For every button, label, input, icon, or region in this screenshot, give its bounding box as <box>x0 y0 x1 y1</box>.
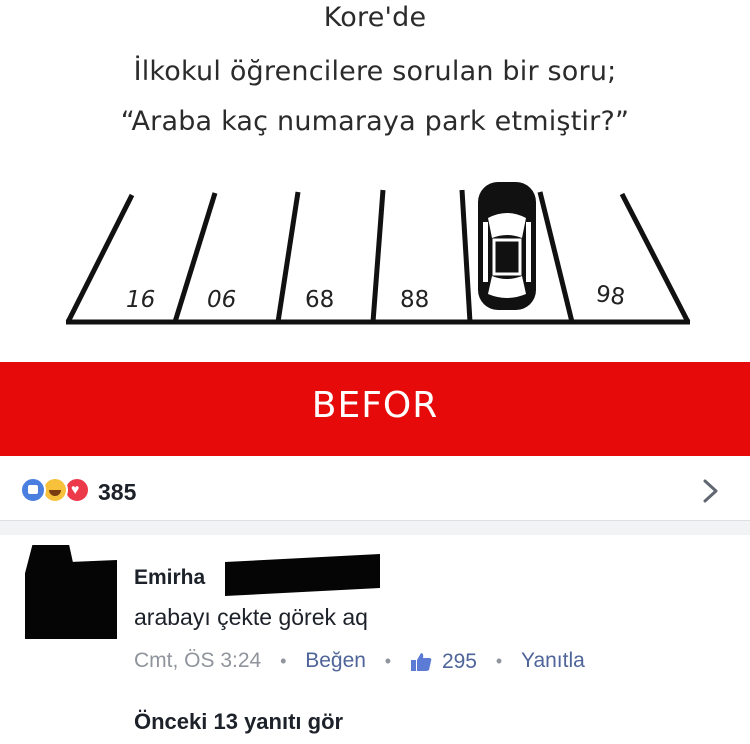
divider-line-3 <box>275 191 301 323</box>
comment-author-name[interactable]: Emirha <box>134 566 205 590</box>
divider-line-1 <box>65 193 135 324</box>
meta-separator-dot: • <box>495 650 503 671</box>
section-divider <box>0 520 750 535</box>
chevron-right-icon[interactable] <box>697 478 723 504</box>
title-line-3: “Araba kaç numaraya park etmiştir?” <box>120 106 630 137</box>
reply-button[interactable]: Yanıtla <box>521 649 585 673</box>
comment-timestamp: Cmt, ÖS 3:24 <box>134 649 262 673</box>
reaction-count[interactable]: 385 <box>98 479 136 506</box>
divider-line-6 <box>537 191 575 323</box>
meta-separator-dot: • <box>384 650 392 671</box>
view-previous-replies-link[interactable]: Önceki 13 yanıtı gör <box>134 709 343 735</box>
title-line-2: İlkokul öğrencilere sorulan bir soru; <box>133 56 617 87</box>
spot-number-68: 68 <box>305 287 334 313</box>
comment-like-summary[interactable]: 295 <box>410 649 477 673</box>
parking-lot-diagram: 16 06 68 88 98 <box>65 182 691 325</box>
spot-number-06: 06 <box>207 287 236 313</box>
title-line-1: Kore'de <box>323 2 427 33</box>
like-comment-button[interactable]: Beğen <box>305 649 366 673</box>
thumbs-up-icon <box>410 652 432 671</box>
puzzle-image: Kore'de İlkokul öğrencilere sorulan bir … <box>0 0 750 360</box>
like-reaction-icon <box>20 477 46 503</box>
comment-text: arabayı çekte görek aq <box>134 604 368 630</box>
befor-label: BEFOR <box>311 385 439 426</box>
spot-number-98: 98 <box>594 281 627 311</box>
car-icon <box>478 182 536 310</box>
comment-meta-row: Cmt, ÖS 3:24 • Beğen • 295 • Yanıtla <box>134 649 585 674</box>
meta-separator-dot: • <box>280 650 287 671</box>
divider-line-7 <box>619 192 691 324</box>
comment-like-count: 295 <box>441 649 477 673</box>
spot-number-88: 88 <box>400 287 429 313</box>
divider-line-4 <box>370 189 386 323</box>
spot-number-16: 16 <box>126 287 155 313</box>
divider-line-5 <box>459 189 473 323</box>
